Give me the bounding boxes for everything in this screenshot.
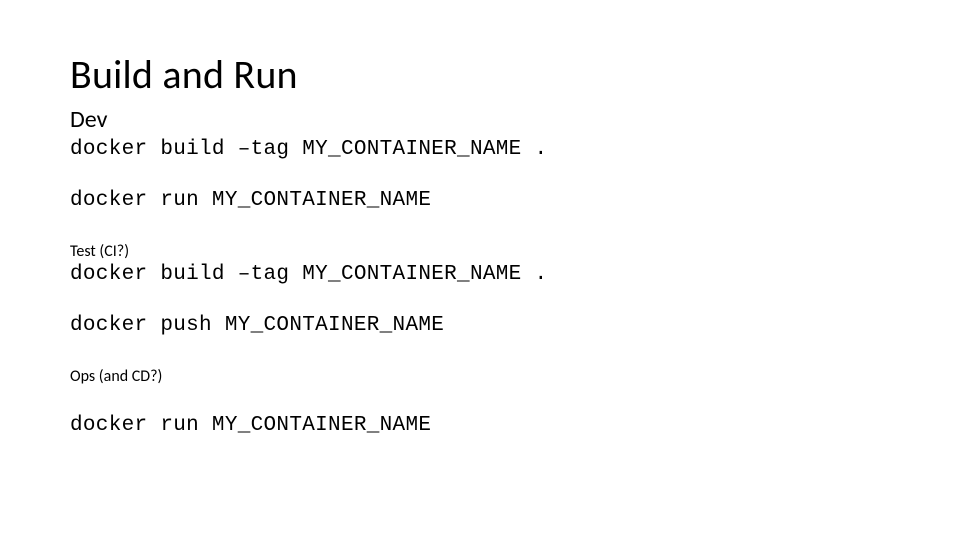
code-test-build: docker build –tag MY_CONTAINER_NAME . <box>70 263 909 286</box>
page-title: Build and Run <box>70 50 909 99</box>
slide: Build and Run Dev docker build –tag MY_C… <box>0 0 979 437</box>
section-heading-dev: Dev <box>70 105 909 134</box>
code-dev-build: docker build –tag MY_CONTAINER_NAME . <box>70 138 909 161</box>
section-heading-ops: Ops (and CD?) <box>70 367 909 386</box>
code-ops-run: docker run MY_CONTAINER_NAME <box>70 414 909 437</box>
code-test-push: docker push MY_CONTAINER_NAME <box>70 314 909 337</box>
section-heading-test: Test (CI?) <box>70 242 909 261</box>
code-dev-run: docker run MY_CONTAINER_NAME <box>70 189 909 212</box>
